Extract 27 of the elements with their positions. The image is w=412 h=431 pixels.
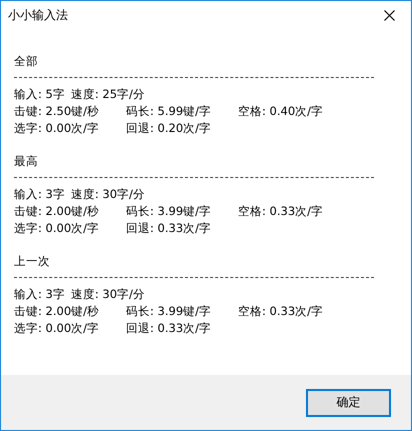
stat-text: 回退: 0.33次/字 — [126, 320, 212, 337]
stat-text: 输入: 5字 — [14, 86, 65, 103]
stat-text: 速度: 30字/分 — [70, 286, 145, 303]
stat-text: 回退: 0.33次/字 — [126, 220, 212, 237]
stat-text: 击键: 2.50键/秒 — [14, 103, 100, 120]
stat-text: 码长: 5.99键/字 — [126, 103, 212, 120]
stat-text: 输入: 3字 — [14, 186, 65, 203]
section-heading: 上一次 — [14, 253, 50, 270]
stat-text: 码长: 3.99键/字 — [126, 203, 212, 220]
stat-text: 空格: 0.33次/字 — [238, 203, 324, 220]
stat-text: 空格: 0.33次/字 — [238, 303, 324, 320]
stat-text: 输入: 3字 — [14, 286, 65, 303]
stat-text: 选字: 0.00次/字 — [14, 320, 100, 337]
section-heading: 全部 — [14, 53, 38, 70]
stat-text: 击键: 2.00键/秒 — [14, 203, 100, 220]
close-icon — [384, 10, 394, 20]
window-title: 小小输入法 — [8, 6, 68, 24]
stat-text: 码长: 3.99键/字 — [126, 303, 212, 320]
stat-text: 击键: 2.00键/秒 — [14, 303, 100, 320]
stat-text: 速度: 30字/分 — [70, 186, 145, 203]
stat-text: 选字: 0.00次/字 — [14, 120, 100, 137]
section-heading: 最高 — [14, 153, 38, 170]
stat-text: 选字: 0.00次/字 — [14, 220, 100, 237]
stat-text: 速度: 25字/分 — [70, 86, 145, 103]
stat-text: 空格: 0.40次/字 — [238, 103, 324, 120]
ok-button[interactable]: 确定 — [306, 388, 391, 416]
stat-text: 回退: 0.20次/字 — [126, 120, 212, 137]
